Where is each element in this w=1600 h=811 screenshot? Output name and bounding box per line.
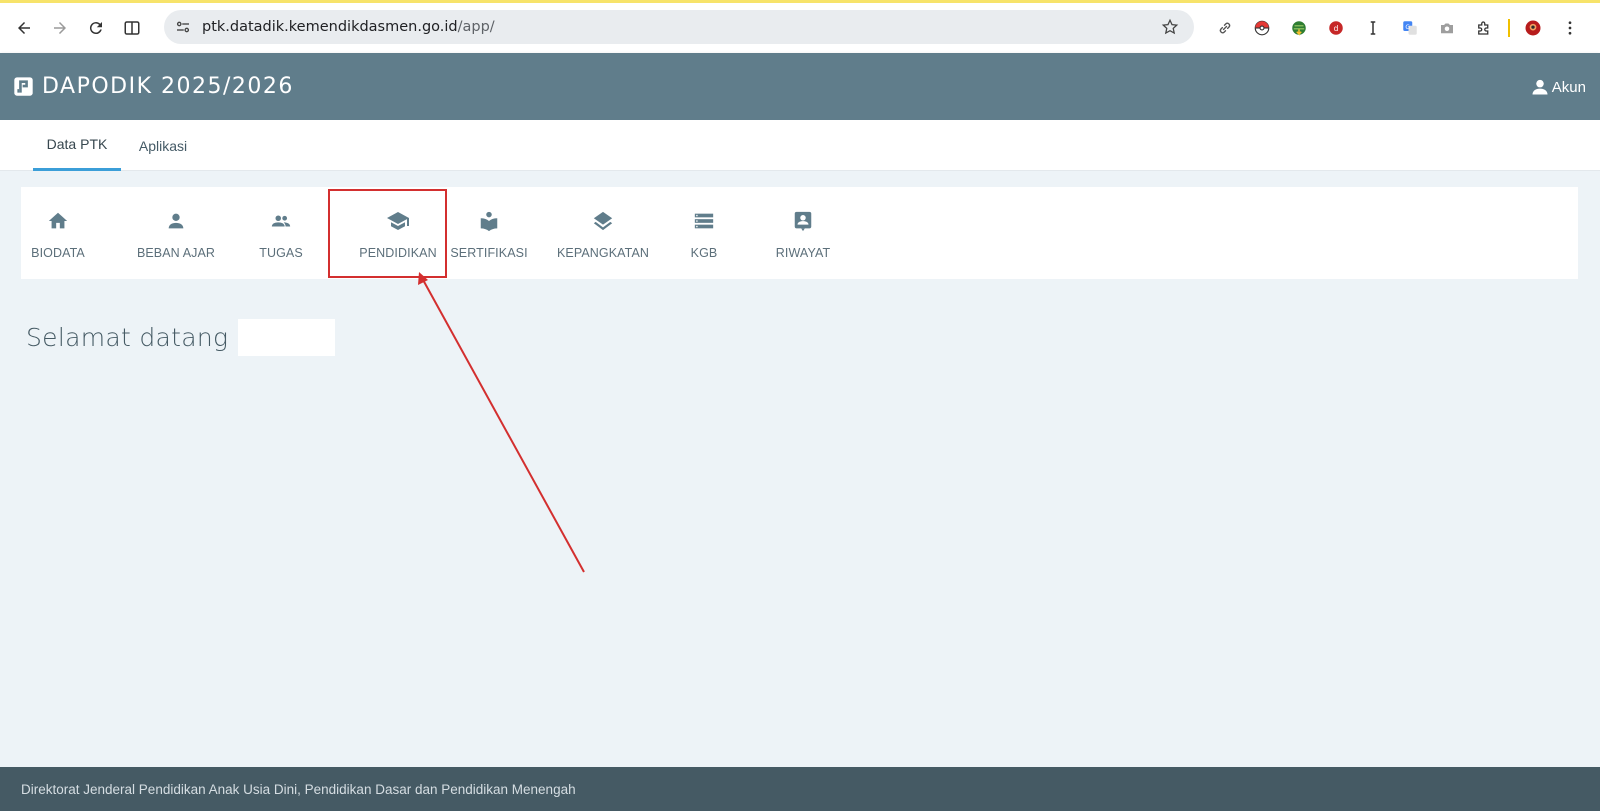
extensions-puzzle-icon[interactable] xyxy=(1469,13,1499,43)
menu-item-kepangkatan[interactable]: KEPANGKATAN xyxy=(557,187,649,279)
contact-badge-icon xyxy=(790,208,816,234)
pokeball-extension-icon[interactable] xyxy=(1247,13,1277,43)
browser-toolbar: ptk.datadik.kemendikdasmen.go.id/app/ d … xyxy=(0,3,1600,53)
extensions-area: d G xyxy=(1210,10,1592,46)
camera-extension-icon[interactable] xyxy=(1432,13,1462,43)
welcome-section: Selamat datang xyxy=(26,319,336,356)
menu-item-sertifikasi[interactable]: SERTIFIKASI xyxy=(450,187,528,279)
forward-icon[interactable] xyxy=(42,10,78,46)
idm-extension-icon[interactable] xyxy=(1284,13,1314,43)
dapodik-logo-icon xyxy=(12,76,34,98)
red-extension-icon[interactable]: d xyxy=(1321,13,1351,43)
home-icon xyxy=(45,208,71,234)
account-label: Akun xyxy=(1551,78,1586,96)
back-icon[interactable] xyxy=(6,10,42,46)
tab-aplikasi[interactable]: Aplikasi xyxy=(130,120,196,171)
footer-text: Direktorat Jenderal Pendidikan Anak Usia… xyxy=(21,781,576,797)
url-path: /app/ xyxy=(457,19,495,35)
tab-data-ptk[interactable]: Data PTK xyxy=(33,120,121,171)
menu-label-riwayat: RIWAYAT xyxy=(775,246,831,260)
app-header: DAPODIK 2025/2026 Akun xyxy=(0,53,1600,120)
menu-label-kgb: KGB xyxy=(690,246,718,260)
kebab-menu-icon[interactable] xyxy=(1555,13,1585,43)
graduation-cap-icon xyxy=(385,208,411,234)
reload-icon[interactable] xyxy=(78,10,114,46)
ptk-menu-card: BIODATA BEBAN AJAR TUGAS PENDIDIKAN SERT… xyxy=(21,187,1578,279)
menu-label-beban-ajar: BEBAN AJAR xyxy=(136,246,216,260)
list-storage-icon xyxy=(691,208,717,234)
page-footer: Direktorat Jenderal Pendidikan Anak Usia… xyxy=(0,767,1600,811)
user-icon xyxy=(1532,79,1548,95)
welcome-name-redacted xyxy=(238,319,336,356)
menu-label-pendidikan: PENDIDIKAN xyxy=(359,246,437,260)
url-host: ptk.datadik.kemendikdasmen.go.id xyxy=(202,19,458,35)
account-button[interactable]: Akun xyxy=(1530,77,1586,97)
menu-item-tugas[interactable]: TUGAS xyxy=(258,187,304,279)
site-settings-icon[interactable] xyxy=(168,12,198,42)
annotation-arrow-line xyxy=(421,277,585,573)
link-icon[interactable] xyxy=(1210,13,1240,43)
bookmark-star-icon[interactable] xyxy=(1158,15,1182,39)
app-title: DAPODIK 2025/2026 xyxy=(42,74,294,99)
layers-icon xyxy=(590,208,616,234)
menu-item-riwayat[interactable]: RIWAYAT xyxy=(772,187,834,279)
address-bar[interactable]: ptk.datadik.kemendikdasmen.go.id/app/ xyxy=(164,10,1194,44)
browser-nav-group xyxy=(6,10,150,46)
split-view-icon[interactable] xyxy=(114,10,150,46)
menu-item-biodata[interactable]: BIODATA xyxy=(29,187,87,279)
reading-book-icon xyxy=(476,208,502,234)
menu-label-tugas: TUGAS xyxy=(259,246,303,260)
menu-item-beban-ajar[interactable]: BEBAN AJAR xyxy=(134,187,218,279)
svg-text:G: G xyxy=(1405,24,1410,31)
people-icon xyxy=(268,208,294,234)
menu-label-biodata: BIODATA xyxy=(31,246,85,260)
profile-avatar-icon[interactable] xyxy=(1518,13,1548,43)
person-icon xyxy=(163,208,189,234)
text-cursor-extension-icon[interactable] xyxy=(1358,13,1388,43)
menu-item-kgb[interactable]: KGB xyxy=(688,187,720,279)
svg-text:d: d xyxy=(1334,24,1339,33)
menu-label-sertifikasi: SERTIFIKASI xyxy=(450,246,528,260)
url-text: ptk.datadik.kemendikdasmen.go.id/app/ xyxy=(202,19,495,35)
tab-bar: Data PTK Aplikasi xyxy=(0,120,1600,171)
translate-extension-icon[interactable]: G xyxy=(1395,13,1425,43)
menu-item-pendidikan[interactable]: PENDIDIKAN xyxy=(348,187,448,279)
menu-label-kepangkatan: KEPANGKATAN xyxy=(556,246,650,260)
welcome-text: Selamat datang xyxy=(26,323,229,352)
toolbar-separator xyxy=(1508,19,1510,37)
